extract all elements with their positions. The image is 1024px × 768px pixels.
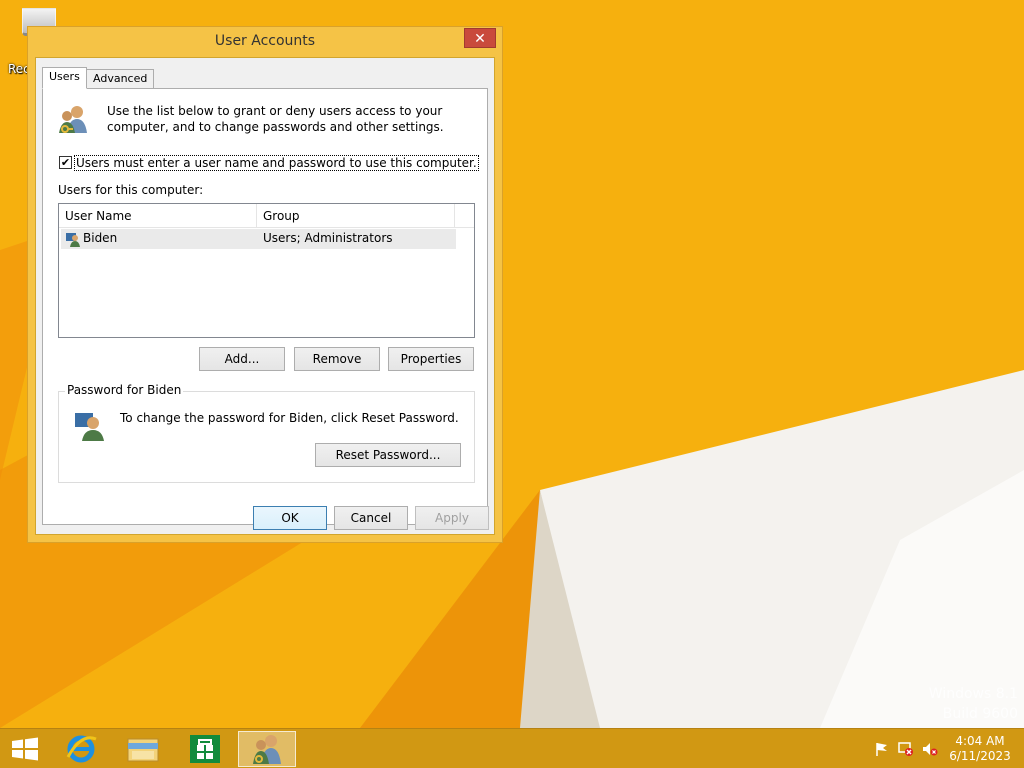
password-instructions: To change the password for Biden, click … (120, 411, 459, 425)
password-groupbox (58, 391, 475, 483)
user-accounts-taskbar-button[interactable] (238, 731, 296, 767)
volume-muted-icon[interactable] (922, 741, 938, 757)
title-bar[interactable]: User Accounts ✕ (28, 27, 502, 57)
watermark-build: Build 9600 (942, 706, 1018, 722)
apply-button[interactable]: Apply (415, 506, 489, 530)
listview-header: User Name Group (59, 204, 474, 228)
column-user-name[interactable]: User Name (59, 204, 257, 228)
user-accounts-dialog: User Accounts ✕ Users Advanced Use the l… (27, 26, 503, 543)
users-keys-icon (59, 106, 87, 133)
store-button[interactable] (180, 731, 230, 767)
taskbar: 4:04 AM 6/11/2023 (0, 728, 1024, 768)
password-group-label: Password for Biden (65, 383, 184, 397)
remove-button[interactable]: Remove (294, 347, 380, 371)
network-disconnected-icon[interactable] (898, 741, 914, 757)
ok-button[interactable]: OK (253, 506, 327, 530)
require-login-label[interactable]: Users must enter a user name and passwor… (74, 155, 479, 171)
dialog-client: Users Advanced Use the list below to gra… (35, 57, 495, 535)
reset-password-button[interactable]: Reset Password... (315, 443, 461, 467)
user-group-cell: Users; Administrators (263, 231, 393, 245)
windows-watermark: Windows 8.1 Build 9600 (929, 684, 1018, 724)
require-login-checkbox[interactable]: ✔ (59, 156, 72, 169)
column-group[interactable]: Group (257, 204, 455, 228)
user-accounts-icon (253, 735, 281, 764)
folder-icon (127, 738, 159, 762)
tab-advanced[interactable]: Advanced (86, 69, 155, 89)
dialog-title: User Accounts (214, 33, 316, 49)
user-icon (66, 233, 80, 247)
watermark-version: Windows 8.1 (928, 686, 1018, 702)
clock-date: 6/11/2023 (949, 749, 1011, 763)
cancel-button[interactable]: Cancel (334, 506, 408, 530)
table-row[interactable]: Biden Users; Administrators (61, 229, 456, 249)
users-list-label: Users for this computer: (58, 183, 204, 197)
add-button[interactable]: Add... (199, 347, 285, 371)
intro-text: Use the list below to grant or deny user… (107, 104, 444, 134)
clock-time: 4:04 AM (955, 734, 1005, 748)
user-password-icon (75, 413, 104, 441)
close-button[interactable]: ✕ (464, 28, 496, 48)
store-icon (190, 735, 220, 763)
tab-users[interactable]: Users (42, 67, 87, 89)
users-tab-panel: Use the list below to grant or deny user… (42, 88, 488, 525)
start-button[interactable] (0, 731, 50, 767)
properties-button[interactable]: Properties (388, 347, 474, 371)
file-explorer-button[interactable] (118, 731, 168, 767)
internet-explorer-icon (66, 735, 97, 763)
windows-logo-icon (12, 737, 38, 761)
users-listview[interactable]: User Name Group Biden Users; Administrat… (58, 203, 475, 338)
system-clock[interactable]: 4:04 AM 6/11/2023 (944, 734, 1016, 764)
action-center-flag-icon[interactable] (874, 741, 890, 757)
user-name-cell: Biden (83, 231, 118, 245)
internet-explorer-button[interactable] (56, 731, 106, 767)
